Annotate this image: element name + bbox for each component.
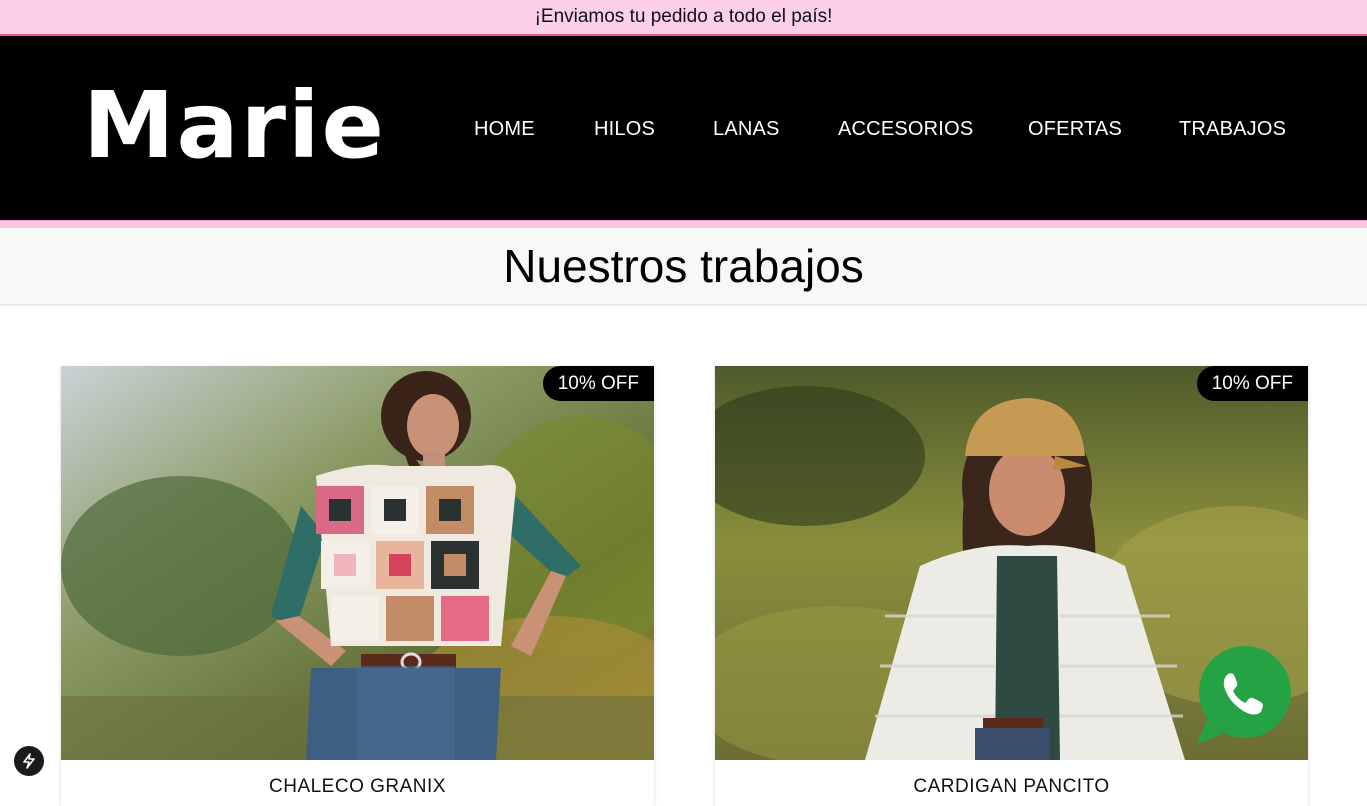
- whatsapp-icon: [1197, 646, 1291, 744]
- nav-item-trabajos[interactable]: TRABAJOS: [1179, 117, 1286, 141]
- lightning-button[interactable]: [14, 746, 44, 776]
- discount-badge: 10% OFF: [1196, 366, 1308, 401]
- product-image[interactable]: 10% OFF: [61, 366, 654, 760]
- site-header: Marie HOME HILOS LANAS ACCESORIOS OFERTA…: [0, 34, 1367, 222]
- product-name[interactable]: CARDIGAN PANCITO: [715, 776, 1308, 798]
- whatsapp-button[interactable]: [1193, 644, 1294, 745]
- lightning-icon: [23, 753, 35, 769]
- announcement-text: ¡Enviamos tu pedido a todo el país!: [534, 6, 833, 27]
- announcement-bar: ¡Enviamos tu pedido a todo el país!: [0, 0, 1367, 34]
- product-name[interactable]: CHALECO GRANIX: [61, 776, 654, 798]
- page-title: Nuestros trabajos: [503, 240, 864, 292]
- discount-badge: 10% OFF: [542, 366, 654, 401]
- page-title-band: Nuestros trabajos: [0, 228, 1367, 305]
- nav-item-home[interactable]: HOME: [474, 117, 535, 141]
- nav-item-ofertas[interactable]: OFERTAS: [1028, 117, 1122, 141]
- nav-item-accesorios[interactable]: ACCESORIOS: [838, 117, 973, 141]
- nav-item-hilos[interactable]: HILOS: [594, 117, 655, 141]
- main-nav: HOME HILOS LANAS ACCESORIOS OFERTAS TRAB…: [0, 36, 1367, 222]
- nav-item-lanas[interactable]: LANAS: [713, 117, 780, 141]
- product-card[interactable]: 10% OFF CHALECO GRANIX: [61, 366, 654, 806]
